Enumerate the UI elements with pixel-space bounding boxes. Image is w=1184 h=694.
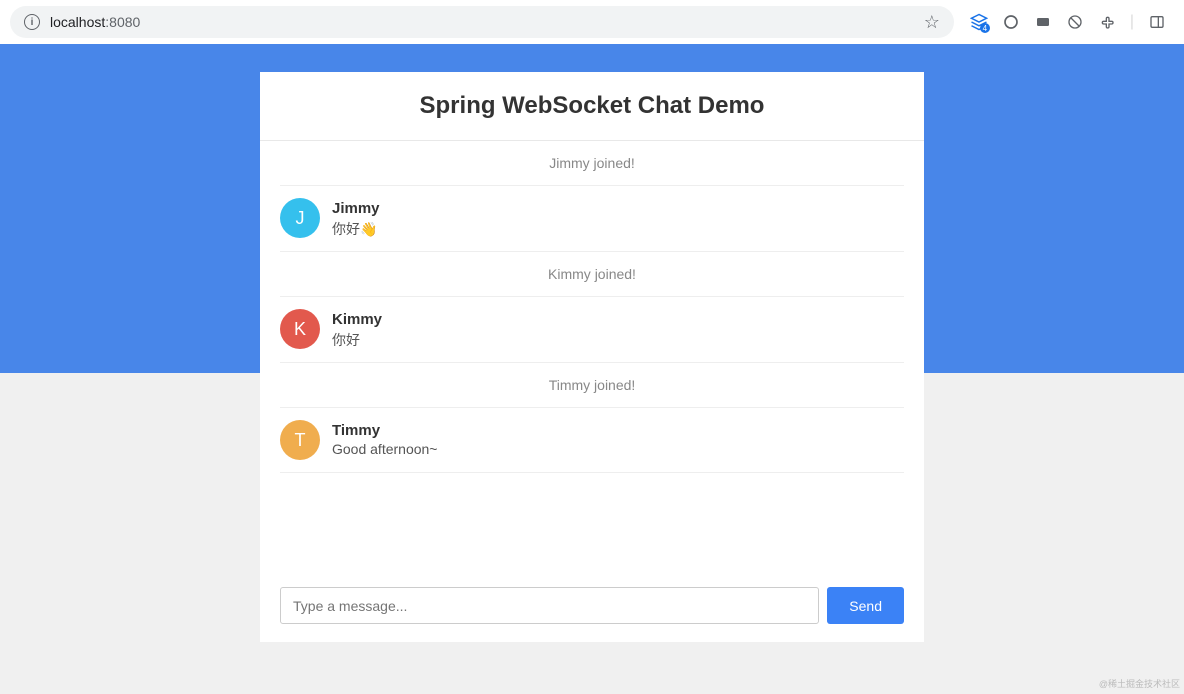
message-text: 你好 (332, 330, 382, 350)
separator: | (1130, 13, 1134, 31)
page-title: Spring WebSocket Chat Demo (280, 92, 904, 120)
message-content: Timmy Good afternoon~ (332, 420, 437, 457)
info-icon[interactable]: i (24, 14, 40, 30)
watermark: @稀土掘金技术社区 (1099, 677, 1180, 690)
chat-header: Spring WebSocket Chat Demo (260, 72, 924, 141)
avatar: T (280, 420, 320, 460)
messages-area: Jimmy joined! J Jimmy 你好👋 Kimmy joined! K Kimm… (260, 141, 924, 569)
address-bar[interactable]: i localhost:8080 ☆ (10, 6, 954, 38)
event-message: Kimmy joined! (280, 252, 904, 297)
chat-message: K Kimmy 你好 (280, 297, 904, 363)
event-message: Jimmy joined! (280, 141, 904, 186)
browser-chrome: i localhost:8080 ☆ 4 | (0, 0, 1184, 44)
send-button[interactable]: Send (827, 587, 904, 624)
chrome-extensions: 4 | (962, 13, 1174, 31)
message-text: Good afternoon~ (332, 441, 437, 457)
message-content: Jimmy 你好👋 (332, 198, 380, 239)
devtools-icon[interactable]: 4 (970, 13, 988, 31)
extension-icon-2[interactable] (1034, 13, 1052, 31)
message-text: 你好👋 (332, 219, 380, 239)
extension-icon-1[interactable] (1002, 13, 1020, 31)
message-input[interactable] (280, 587, 819, 624)
sender-name: Timmy (332, 422, 437, 439)
extension-icon-3[interactable] (1066, 13, 1084, 31)
chat-message: T Timmy Good afternoon~ (280, 408, 904, 473)
extensions-puzzle-icon[interactable] (1098, 13, 1116, 31)
avatar: K (280, 309, 320, 349)
sender-name: Kimmy (332, 311, 382, 328)
page-background: Spring WebSocket Chat Demo Jimmy joined!… (0, 44, 1184, 694)
input-area: Send (260, 569, 924, 642)
sender-name: Jimmy (332, 200, 380, 217)
bookmark-star-icon[interactable]: ☆ (924, 12, 940, 33)
message-content: Kimmy 你好 (332, 309, 382, 350)
event-message: Timmy joined! (280, 363, 904, 408)
sidepanel-icon[interactable] (1148, 13, 1166, 31)
chat-message: J Jimmy 你好👋 (280, 186, 904, 252)
avatar: J (280, 198, 320, 238)
url-text: localhost:8080 (50, 14, 140, 30)
chat-container: Spring WebSocket Chat Demo Jimmy joined!… (260, 72, 924, 642)
